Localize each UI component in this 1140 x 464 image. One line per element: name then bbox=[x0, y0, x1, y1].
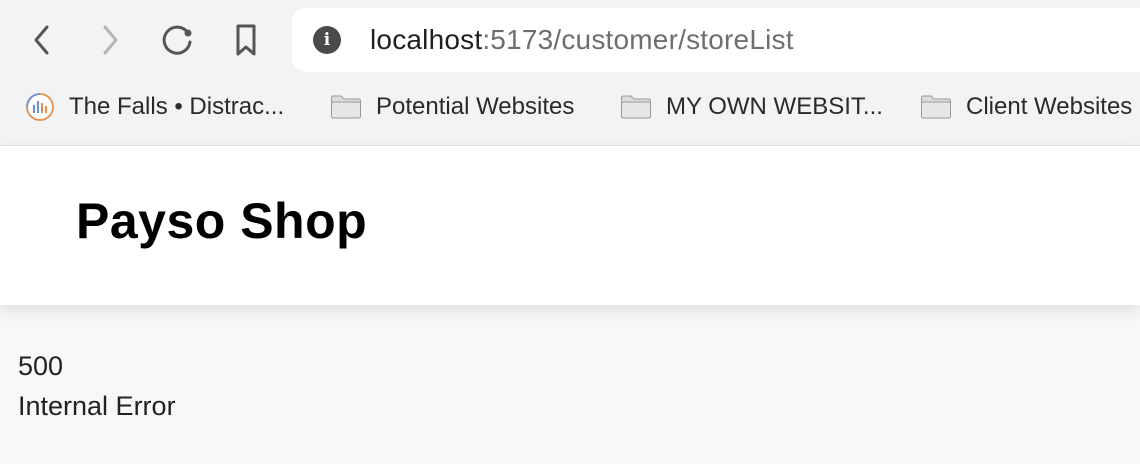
browser-toolbar: i localhost:5173/customer/storeList bbox=[0, 0, 1140, 80]
address-bar[interactable]: i localhost:5173/customer/storeList bbox=[292, 8, 1140, 72]
brand-title[interactable]: Payso Shop bbox=[76, 192, 367, 250]
chevron-left-icon bbox=[34, 25, 49, 55]
bookmark-label: Potential Websites bbox=[376, 93, 575, 120]
bookmark-the-falls[interactable]: The Falls • Distrac... bbox=[25, 92, 284, 122]
bookmark-label: MY OWN WEBSIT... bbox=[666, 93, 883, 120]
app-header: Payso Shop bbox=[0, 146, 1140, 305]
error-message-block: 500 Internal Error bbox=[18, 346, 176, 426]
folder-icon bbox=[620, 94, 652, 120]
folder-icon bbox=[920, 94, 952, 120]
bookmarks-bar: The Falls • Distrac... Potential Website… bbox=[0, 80, 1140, 135]
bookmark-icon bbox=[236, 24, 256, 56]
url-host: localhost bbox=[370, 24, 483, 55]
error-message: Internal Error bbox=[18, 391, 176, 421]
forward-button[interactable] bbox=[90, 20, 130, 60]
chevron-right-icon bbox=[103, 25, 118, 55]
back-button[interactable] bbox=[22, 20, 62, 60]
bookmark-folder-my-own-website[interactable]: MY OWN WEBSIT... bbox=[620, 92, 883, 122]
url-text[interactable]: localhost:5173/customer/storeList bbox=[370, 26, 794, 54]
bookmark-folder-potential-websites[interactable]: Potential Websites bbox=[330, 92, 574, 122]
podcast-icon bbox=[25, 92, 55, 122]
bookmark-folder-client-websites[interactable]: Client Websites bbox=[920, 92, 1132, 122]
reload-button[interactable] bbox=[157, 20, 197, 60]
reload-icon bbox=[162, 25, 192, 55]
bookmark-label: The Falls • Distrac... bbox=[69, 93, 285, 120]
bookmark-page-button[interactable] bbox=[226, 20, 266, 60]
folder-icon bbox=[330, 94, 362, 120]
browser-chrome: i localhost:5173/customer/storeList The … bbox=[0, 0, 1140, 146]
info-icon[interactable]: i bbox=[313, 26, 341, 54]
bookmark-label: Client Websites bbox=[966, 93, 1133, 120]
error-code: 500 bbox=[18, 351, 64, 381]
url-path: :5173/customer/storeList bbox=[482, 24, 794, 55]
